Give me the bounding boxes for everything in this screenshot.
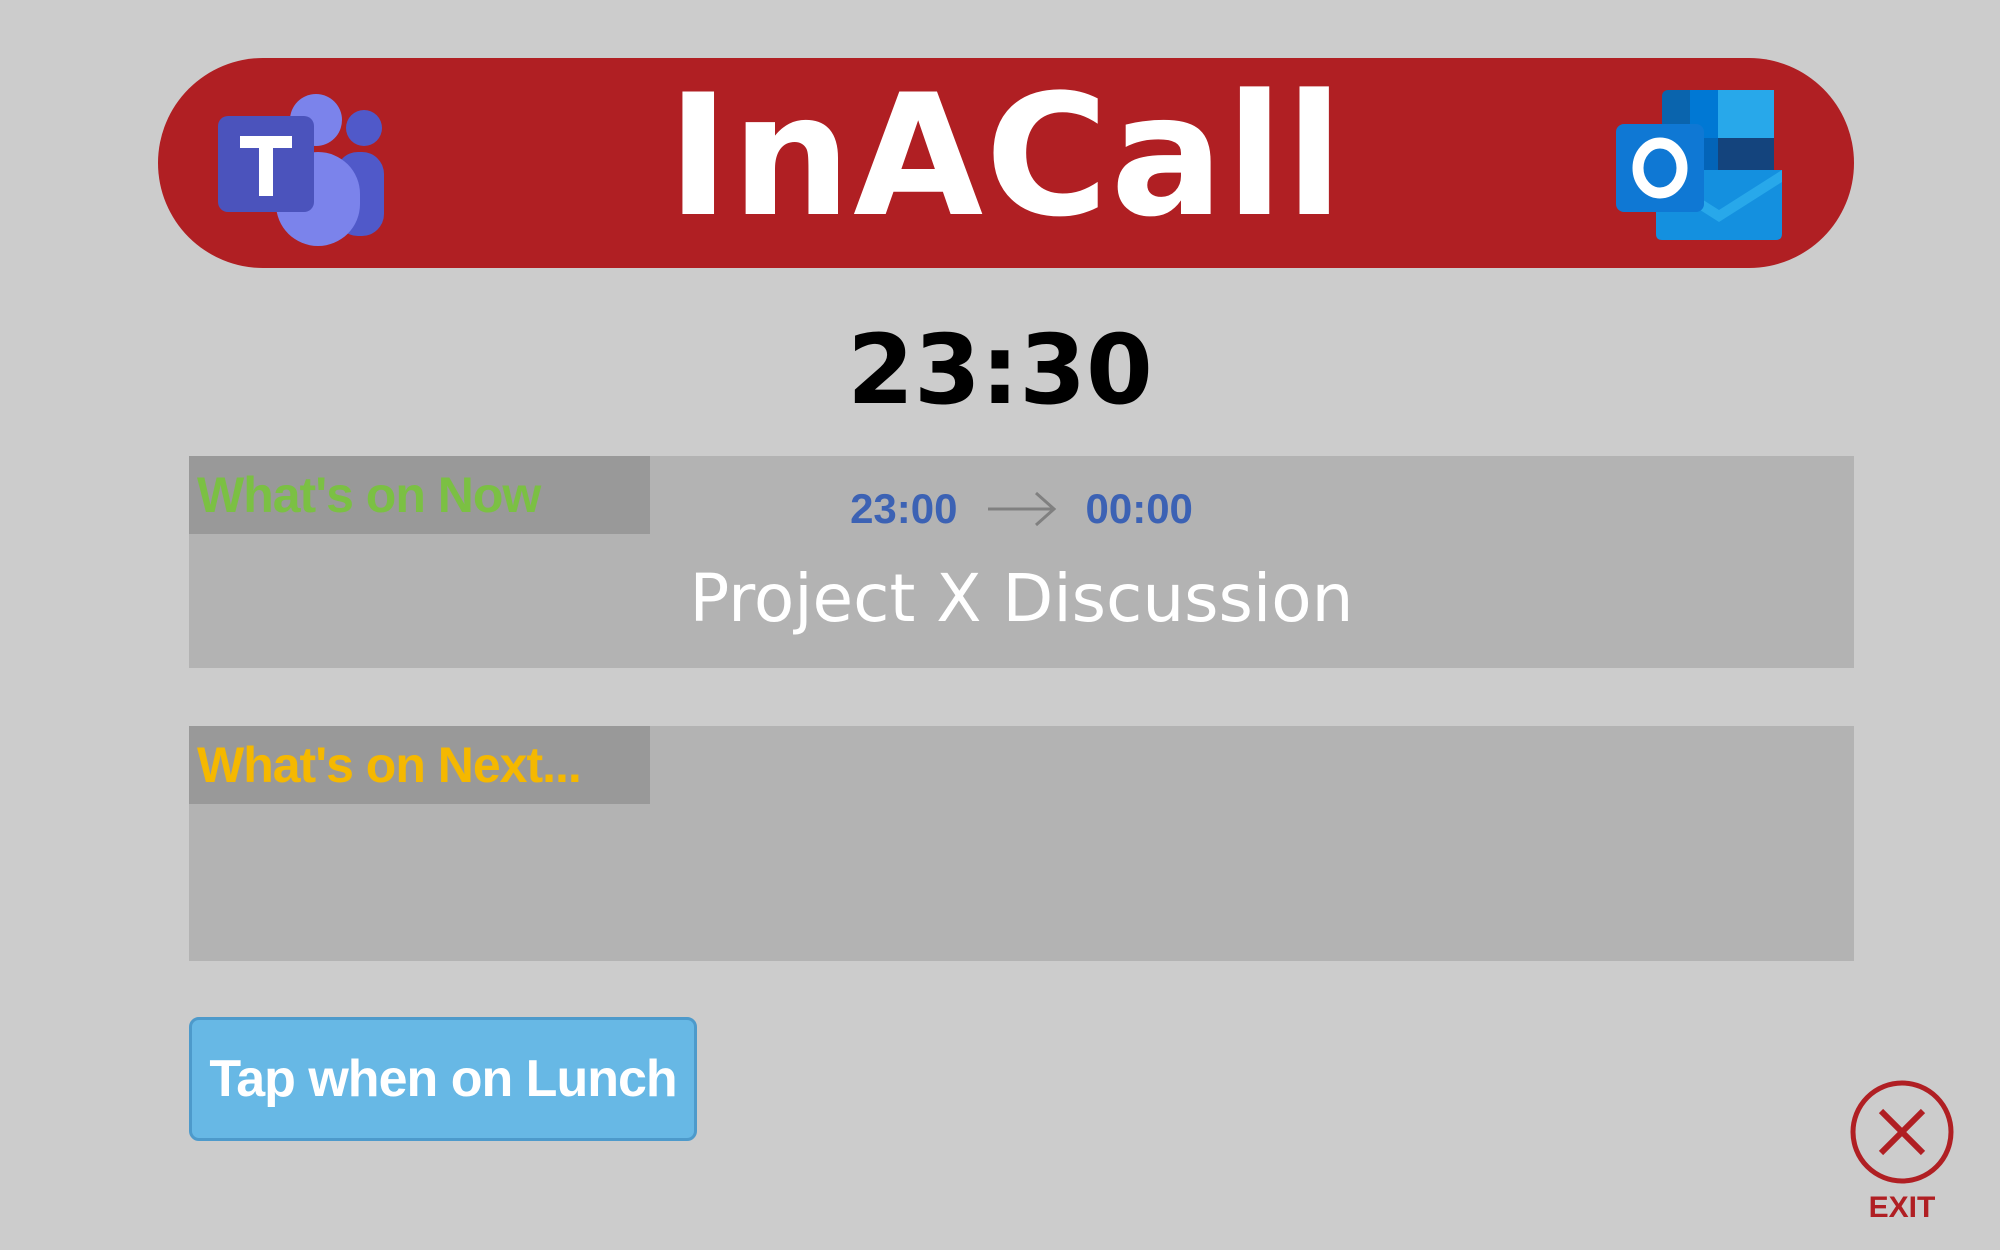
exit-button[interactable]: EXIT bbox=[1846, 1078, 1958, 1228]
whats-on-next-panel: What's on Next... bbox=[189, 726, 1854, 961]
app-title: InACall bbox=[667, 58, 1345, 254]
lunch-button[interactable]: Tap when on Lunch bbox=[189, 1017, 697, 1141]
outlook-logo-icon bbox=[1616, 90, 1782, 240]
event-start-time: 23:00 bbox=[850, 484, 958, 532]
whats-on-now-panel: What's on Now 23:00 00:00 Project X Disc… bbox=[189, 456, 1854, 668]
whats-on-next-label: What's on Next... bbox=[189, 726, 650, 804]
exit-label: EXIT bbox=[1868, 1191, 1936, 1224]
app-header: InACall bbox=[158, 58, 1854, 268]
event-time-range: 23:00 00:00 bbox=[189, 478, 1854, 537]
close-circle-icon bbox=[1850, 1080, 1954, 1184]
current-event-title: Project X Discussion bbox=[689, 560, 1354, 637]
event-end-time: 00:00 bbox=[1085, 484, 1193, 532]
arrow-right-icon bbox=[987, 491, 1056, 527]
current-time: 23:30 bbox=[847, 314, 1153, 426]
